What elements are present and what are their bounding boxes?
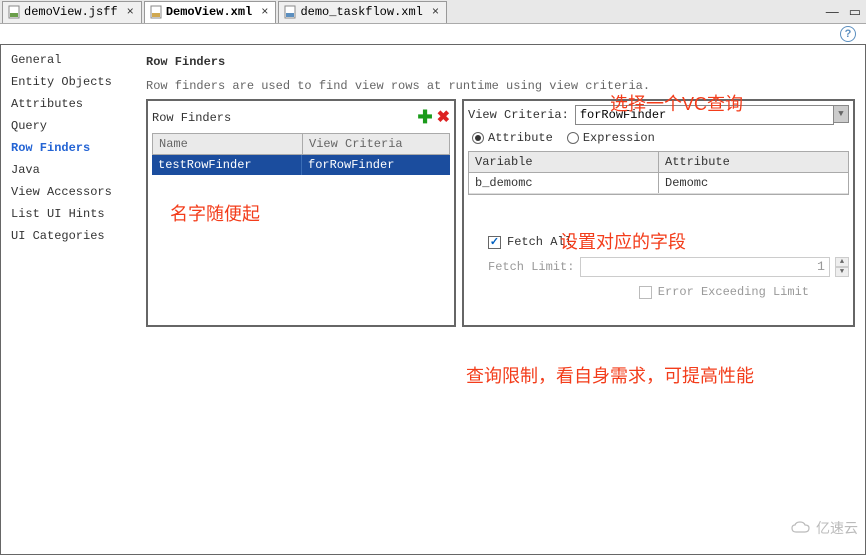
radio-icon xyxy=(472,132,484,144)
cell-attribute: Demomc xyxy=(659,173,848,193)
sidebar-item-general[interactable]: General xyxy=(1,49,136,71)
minimize-icon[interactable]: — xyxy=(821,4,844,19)
delete-icon[interactable]: ✖ xyxy=(437,107,450,129)
radio-icon xyxy=(567,132,579,144)
annotation-2: 名字随便起 xyxy=(170,200,260,226)
cell-vc: forRowFinder xyxy=(302,155,450,175)
dropdown-icon[interactable]: ▼ xyxy=(833,105,849,123)
tab-demo-taskflow[interactable]: demo_taskflow.xml × xyxy=(278,1,447,23)
xml-file-icon xyxy=(283,5,297,19)
tab-label: demoView.jsff xyxy=(24,5,118,19)
sidebar-item-java[interactable]: Java xyxy=(1,159,136,181)
column-variable[interactable]: Variable xyxy=(469,152,659,172)
sidebar-item-attributes[interactable]: Attributes xyxy=(1,93,136,115)
spinner-down-icon[interactable]: ▼ xyxy=(835,267,849,277)
section-title: Row Finders xyxy=(146,55,855,69)
cloud-icon xyxy=(790,521,812,535)
column-attribute[interactable]: Attribute xyxy=(659,152,848,172)
help-icon[interactable]: ? xyxy=(840,26,856,42)
watermark: 亿速云 xyxy=(790,518,858,538)
close-icon[interactable]: × xyxy=(429,5,442,19)
content-area: General Entity Objects Attributes Query … xyxy=(0,45,866,555)
box-title: Row Finders xyxy=(152,111,231,125)
annotation-3: 设置对应的字段 xyxy=(560,228,686,254)
tab-bar: demoView.jsff × DemoView.xml × demo_task… xyxy=(0,0,866,24)
annotation-4: 查询限制，看自身需求，可提高性能 xyxy=(466,363,836,390)
tab-label: demo_taskflow.xml xyxy=(300,5,422,19)
sidebar-item-entity-objects[interactable]: Entity Objects xyxy=(1,71,136,93)
maximize-icon[interactable]: ▭ xyxy=(844,4,866,20)
add-icon[interactable]: ✚ xyxy=(418,107,433,129)
cell-name: testRowFinder xyxy=(152,155,302,175)
error-exceed-checkbox[interactable] xyxy=(639,286,652,299)
column-name[interactable]: Name xyxy=(153,134,303,154)
vc-label: View Criteria: xyxy=(468,108,569,122)
sidebar-item-view-accessors[interactable]: View Accessors xyxy=(1,181,136,203)
fetch-limit-input[interactable] xyxy=(580,257,830,277)
spinner-up-icon[interactable]: ▲ xyxy=(835,257,849,267)
xml-file-icon xyxy=(149,5,163,19)
fetch-all-checkbox[interactable]: ✓ xyxy=(488,236,501,249)
radio-label: Expression xyxy=(583,131,655,145)
sidebar-item-query[interactable]: Query xyxy=(1,115,136,137)
annotation-1: 选择一个VC查询 xyxy=(610,90,743,116)
tab-demoview-xml[interactable]: DemoView.xml × xyxy=(144,1,277,23)
tab-label: DemoView.xml xyxy=(166,5,252,19)
close-icon[interactable]: × xyxy=(258,5,271,19)
cell-variable: b_demomc xyxy=(469,173,659,193)
sidebar-item-list-ui-hints[interactable]: List UI Hints xyxy=(1,203,136,225)
sidebar: General Entity Objects Attributes Query … xyxy=(1,45,136,554)
fetch-limit-label: Fetch Limit: xyxy=(488,260,574,274)
radio-expression[interactable]: Expression xyxy=(567,131,655,145)
table-row[interactable]: testRowFinder forRowFinder xyxy=(152,155,450,175)
table-header: Name View Criteria xyxy=(152,133,450,155)
help-bar: ? xyxy=(0,24,866,45)
column-view-criteria[interactable]: View Criteria xyxy=(303,134,449,154)
main-panel: Row Finders Row finders are used to find… xyxy=(136,45,865,554)
radio-attribute[interactable]: Attribute xyxy=(472,131,553,145)
sidebar-item-ui-categories[interactable]: UI Categories xyxy=(1,225,136,247)
tab-demoview-jsff[interactable]: demoView.jsff × xyxy=(2,1,142,23)
close-icon[interactable]: × xyxy=(124,5,137,19)
sidebar-item-row-finders[interactable]: Row Finders xyxy=(1,137,136,159)
table-row[interactable]: b_demomc Demomc xyxy=(469,173,848,194)
view-criteria-box: View Criteria: ▼ Attribute Expression xyxy=(462,99,855,327)
file-icon xyxy=(7,5,21,19)
radio-label: Attribute xyxy=(488,131,553,145)
error-exceed-label: Error Exceeding Limit xyxy=(658,285,809,299)
attr-table: Variable Attribute b_demomc Demomc xyxy=(468,151,849,195)
section-desc: Row finders are used to find view rows a… xyxy=(146,79,855,93)
